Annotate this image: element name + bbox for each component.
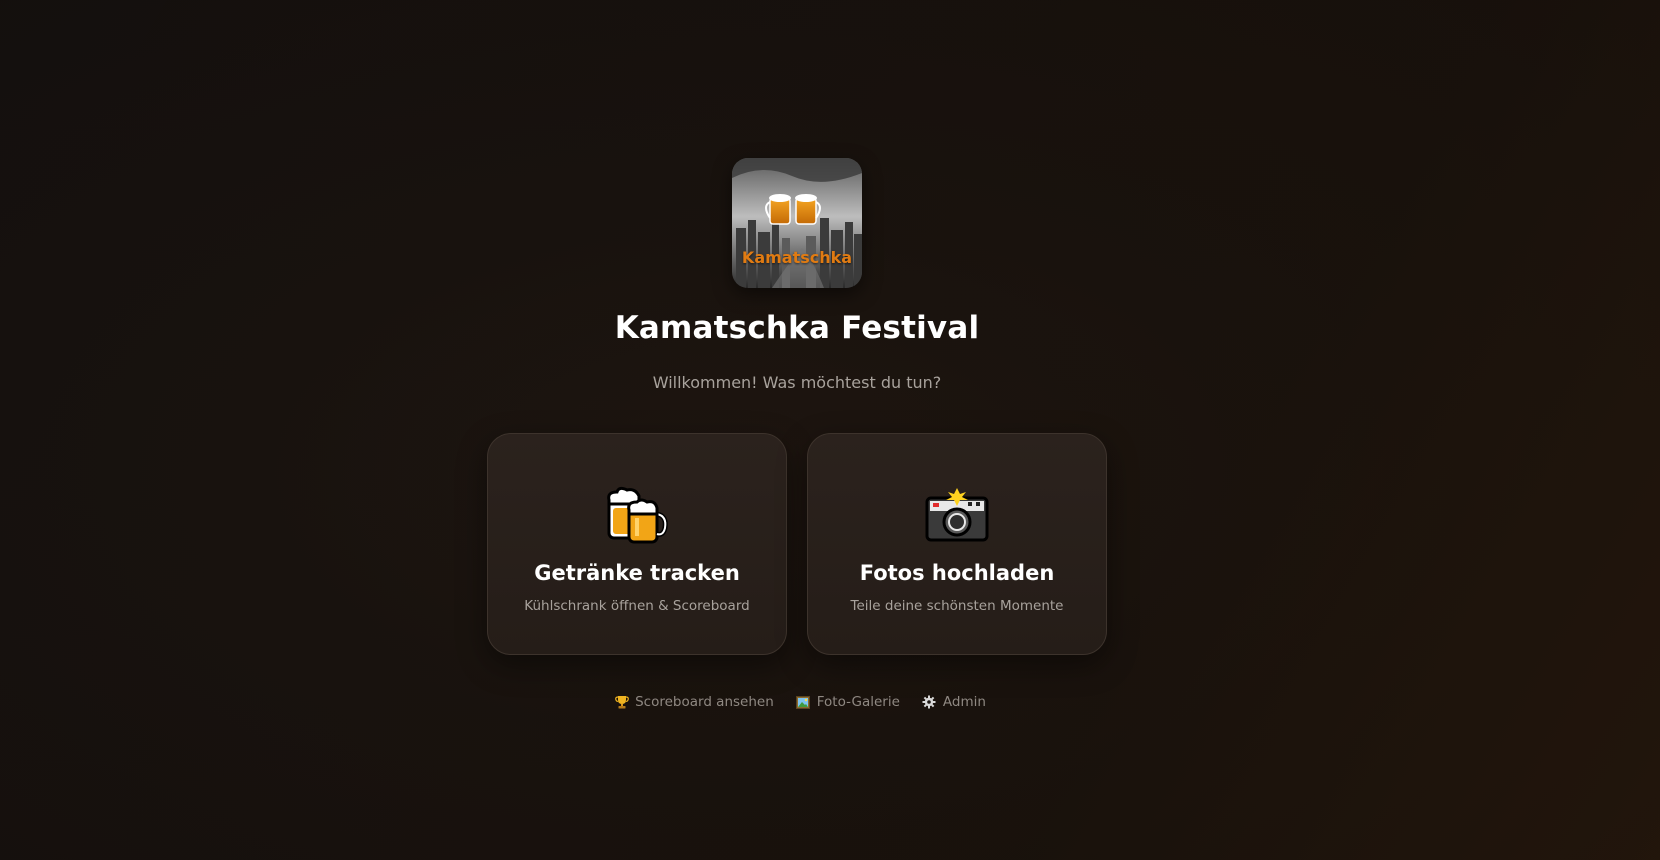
track-drinks-card[interactable]: Getränke tracken Kühlschrank öffnen & Sc… <box>487 433 787 655</box>
gallery-link-label: Foto-Galerie <box>816 694 900 710</box>
gallery-link[interactable]: Foto-Galerie <box>796 694 900 710</box>
track-drinks-title: Getränke tracken <box>534 561 740 585</box>
page-subtitle: Willkommen! Was möchtest du tun? <box>652 373 942 392</box>
upload-photos-card[interactable]: Fotos hochladen Teile deine schönsten Mo… <box>807 433 1107 655</box>
gear-icon <box>922 695 937 710</box>
camera-flash-icon <box>808 484 1106 548</box>
page-title: Kamatschka Festival <box>614 310 980 346</box>
logo-text: Kamatschka <box>741 248 853 267</box>
picture-icon <box>796 695 811 710</box>
admin-link-label: Admin <box>942 694 986 710</box>
scoreboard-link[interactable]: Scoreboard ansehen <box>614 694 774 710</box>
upload-photos-title: Fotos hochladen <box>859 561 1055 585</box>
footer-links: Scoreboard ansehen Foto-Galerie Admin <box>0 694 1600 710</box>
upload-photos-description: Teile deine schönsten Momente <box>850 598 1064 614</box>
trophy-icon <box>614 695 629 710</box>
scoreboard-link-label: Scoreboard ansehen <box>635 694 774 710</box>
beer-mugs-icon <box>488 484 786 548</box>
track-drinks-description: Kühlschrank öffnen & Scoreboard <box>524 598 750 614</box>
landing-page: Kamatschka Kamatschka Festival Willkomme… <box>0 0 1660 860</box>
admin-link[interactable]: Admin <box>922 694 986 710</box>
festival-logo: Kamatschka <box>732 158 862 288</box>
